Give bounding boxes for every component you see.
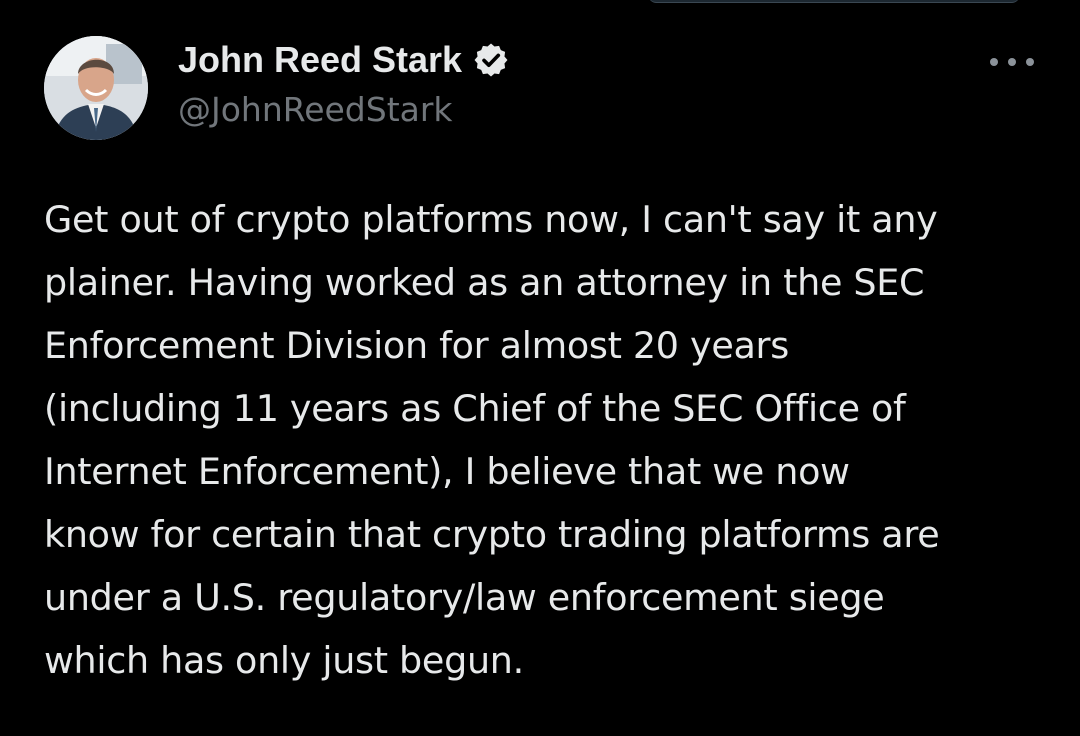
author-handle[interactable]: @JohnReedStark — [178, 90, 453, 129]
tweet-text-line: Internet Enforcement), I believe that we… — [44, 450, 850, 493]
tweet-text-line: Get out of crypto platforms now, I can't… — [44, 198, 938, 241]
dot — [990, 58, 998, 66]
tweet-text: Get out of crypto platforms now, I can't… — [44, 188, 1064, 692]
tweet-text-line: know for certain that crypto trading pla… — [44, 513, 940, 556]
author-display-name[interactable]: John Reed Stark — [178, 39, 462, 81]
top-pill-button[interactable] — [648, 0, 1020, 3]
tweet-text-line: under a U.S. regulatory/law enforcement … — [44, 576, 885, 619]
tweet-text-line: (including 11 years as Chief of the SEC … — [44, 387, 906, 430]
tweet-text-line: Enforcement Division for almost 20 years — [44, 324, 789, 367]
author-name-row: John Reed Stark — [178, 38, 510, 82]
avatar[interactable] — [44, 36, 148, 140]
verified-badge-icon — [472, 41, 510, 79]
tweet-text-line: plainer. Having worked as an attorney in… — [44, 261, 925, 304]
more-options-icon[interactable] — [990, 52, 1034, 72]
dot — [1026, 58, 1034, 66]
dot — [1008, 58, 1016, 66]
tweet-text-line: which has only just begun. — [44, 639, 524, 682]
